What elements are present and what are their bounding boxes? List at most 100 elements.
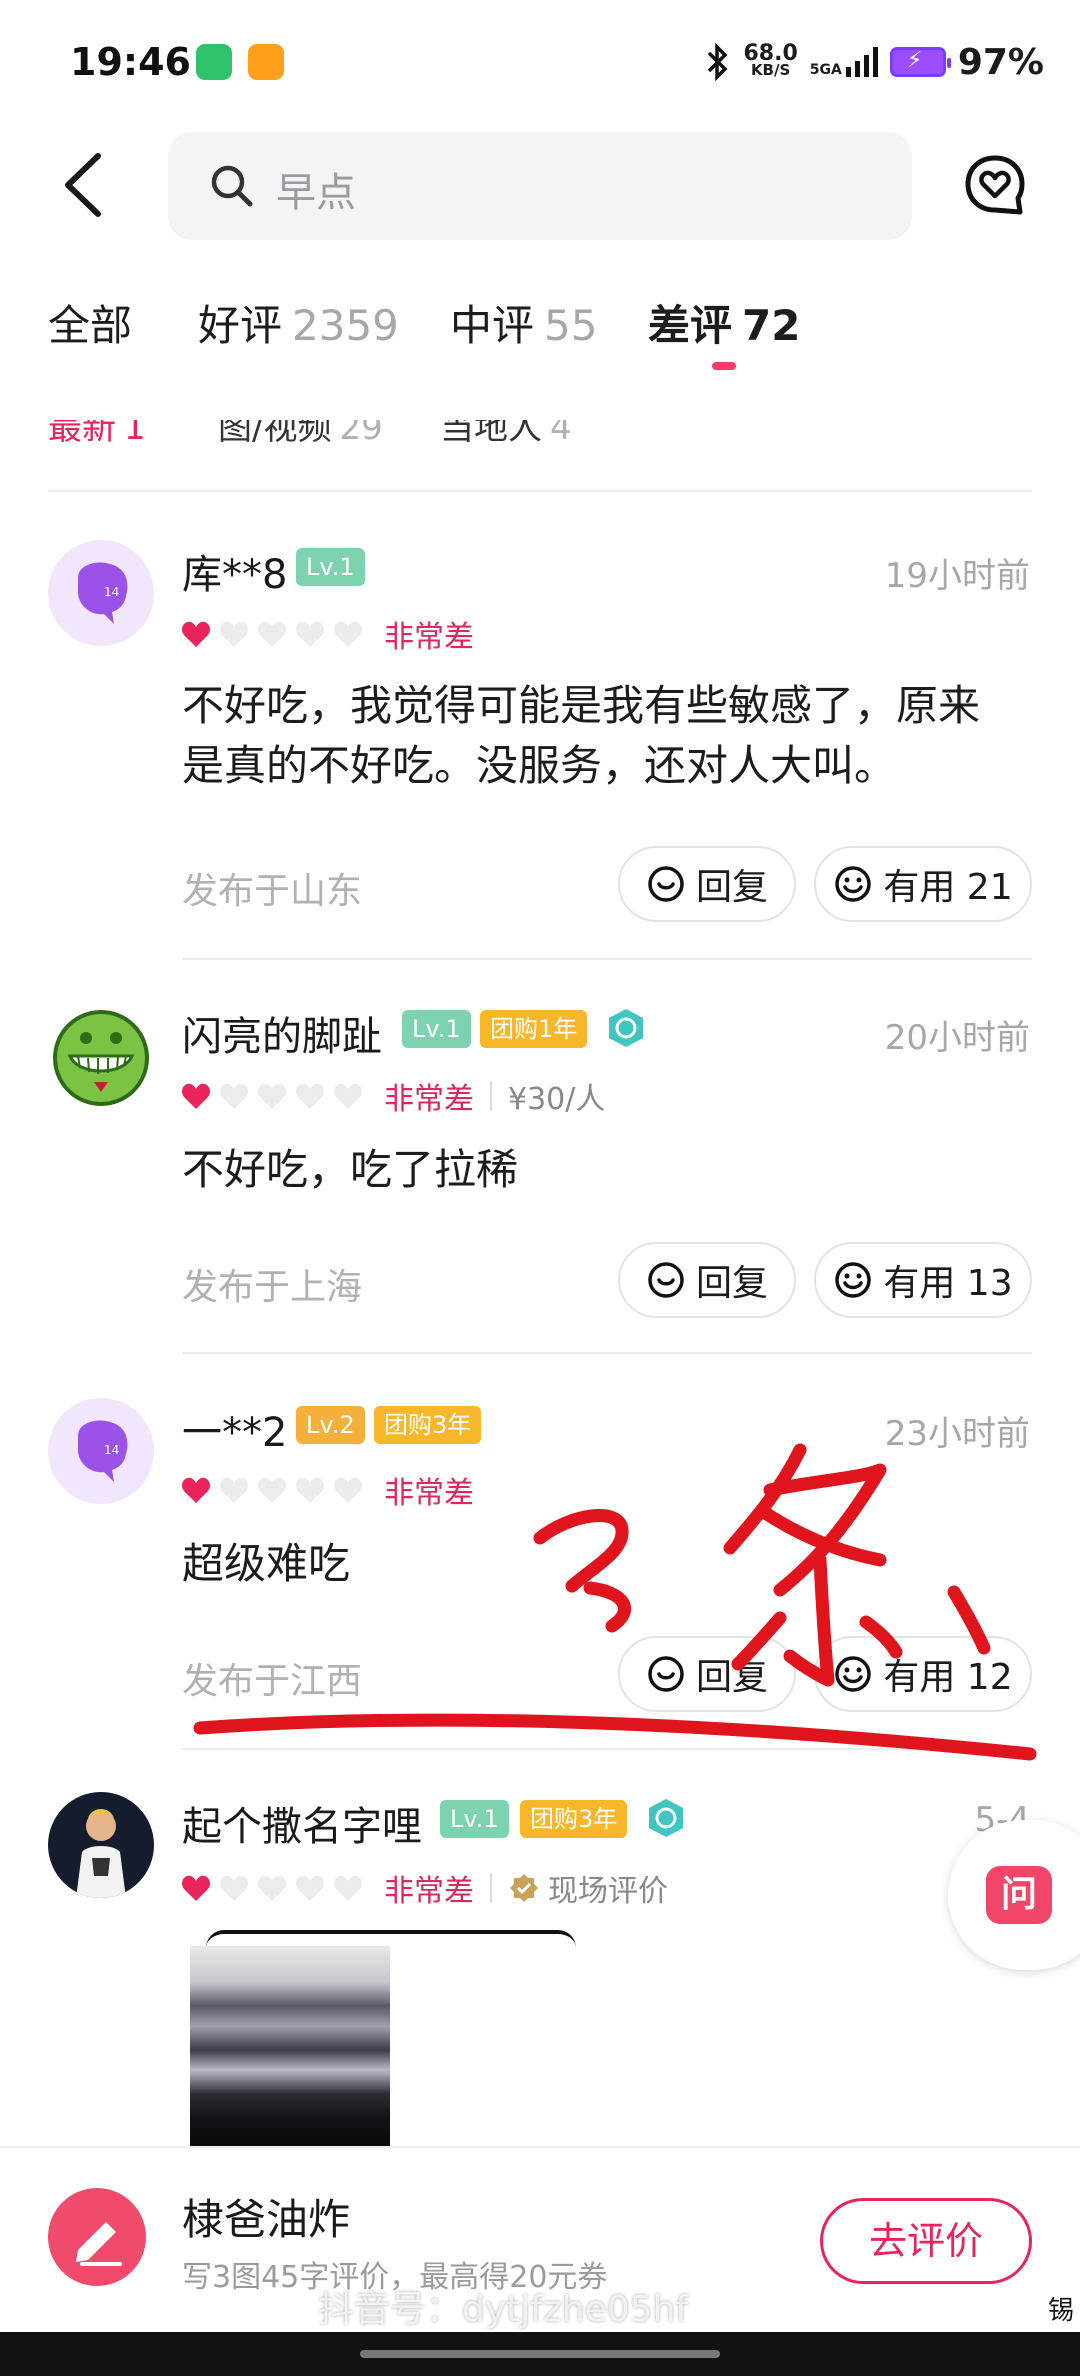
wechat-icon — [196, 44, 232, 80]
diamond-badge-icon — [609, 1009, 643, 1047]
net-speed: 68.0 — [743, 41, 798, 66]
rating-text: 非常差 — [384, 620, 474, 655]
review-location: 发布于江西 — [182, 1661, 363, 1702]
username[interactable]: 一**2 — [182, 1400, 287, 1458]
heart-empty-icon — [295, 1875, 325, 1901]
tab-negative[interactable]: 差评 72 — [648, 292, 800, 353]
network-type: 5GA — [809, 62, 842, 78]
heart-empty-icon — [295, 1477, 325, 1503]
write-review-icon[interactable] — [48, 2188, 146, 2286]
rating-text: 非常差 — [384, 1874, 474, 1909]
review-text: 超级难吃 — [182, 1539, 351, 1588]
review-time: 20小时前 — [884, 1018, 1030, 1058]
tab-positive[interactable]: 好评 2359 — [198, 292, 399, 353]
heart-filled-icon — [181, 1875, 211, 1901]
heart-empty-icon — [219, 621, 249, 647]
subtab-latest[interactable]: 最新 1 — [48, 420, 146, 449]
heart-empty-icon — [219, 1477, 249, 1503]
heart-filled-icon — [181, 621, 211, 647]
rating: 非常差 — [180, 1470, 474, 1511]
ask-button[interactable]: 问 — [948, 1820, 1080, 1970]
heart-empty-icon — [257, 1477, 287, 1503]
status-time: 19:46 — [70, 40, 191, 84]
review-time: 23小时前 — [884, 1414, 1030, 1454]
review-text: 不好吃，吃了拉稀 — [182, 1145, 519, 1194]
svg-text:14: 14 — [104, 1443, 119, 1457]
comment-icon — [648, 1656, 684, 1692]
video-app-icon — [248, 44, 284, 80]
tab-all[interactable]: 全部 — [48, 292, 132, 353]
divider — [48, 490, 1032, 492]
avatar[interactable] — [48, 1002, 154, 1108]
search-placeholder: 早点 — [276, 170, 356, 216]
heart-empty-icon — [333, 1477, 363, 1503]
username[interactable]: 库**8 — [182, 542, 287, 600]
price-per-person: ¥30/人 — [508, 1082, 606, 1117]
back-arrow-icon[interactable] — [60, 150, 104, 220]
review-photo[interactable] — [190, 1946, 390, 2146]
review-location: 发布于山东 — [182, 871, 363, 912]
message-heart-icon[interactable] — [962, 152, 1028, 218]
avatar[interactable]: 14 — [48, 1398, 154, 1504]
group-buy-badge: 团购3年 — [520, 1800, 628, 1838]
comment-icon — [648, 1262, 684, 1298]
heart-empty-icon — [333, 1875, 363, 1901]
rating-text: 非常差 — [384, 1082, 474, 1117]
tab-neutral[interactable]: 中评 55 — [450, 292, 597, 353]
comment-icon — [648, 866, 684, 902]
review-time: 19小时前 — [884, 556, 1030, 596]
smile-icon — [835, 866, 872, 902]
avatar[interactable] — [48, 1792, 154, 1898]
level-badge: Lv.1 — [402, 1010, 471, 1048]
username[interactable]: 起个撒名字哩 — [182, 1794, 422, 1852]
useful-button[interactable]: 有用 21 — [814, 846, 1032, 922]
net-unit: KB/S — [750, 61, 791, 79]
heart-empty-icon — [219, 1083, 249, 1109]
heart-empty-icon — [257, 1875, 287, 1901]
subtab-media[interactable]: 图/视频 29 — [218, 420, 383, 449]
heart-empty-icon — [295, 1083, 325, 1109]
edge-text: 锡 — [1047, 2296, 1074, 2326]
group-buy-badge: 团购1年 — [480, 1010, 588, 1048]
heart-empty-icon — [219, 1875, 249, 1901]
tab-active-indicator — [712, 362, 736, 370]
reply-button[interactable]: 回复 — [618, 1636, 796, 1712]
rating: 非常差 ¥30/人 — [180, 1076, 606, 1117]
review-location: 发布于上海 — [182, 1267, 363, 1308]
status-bar: 19:46 68.0 KB/S 5GA ⚡ 97% — [0, 0, 1080, 120]
useful-button[interactable]: 有用 12 — [814, 1636, 1032, 1712]
battery-icon: ⚡ — [889, 47, 951, 77]
search-icon — [211, 165, 253, 207]
smile-icon — [835, 1262, 872, 1298]
rating-text: 非常差 — [384, 1476, 474, 1511]
search-input[interactable]: 早点 — [168, 132, 912, 240]
rating: 非常差 现场评价 — [180, 1868, 668, 1909]
reply-button[interactable]: 回复 — [618, 1242, 796, 1318]
write-review-button[interactable]: 去评价 — [820, 2198, 1032, 2284]
heart-empty-icon — [333, 621, 363, 647]
heart-empty-icon — [257, 1083, 287, 1109]
level-badge: Lv.1 — [296, 548, 365, 586]
group-buy-badge: 团购3年 — [374, 1406, 482, 1444]
username[interactable]: 闪亮的脚趾 — [182, 1004, 382, 1062]
subtab-locals[interactable]: 当地人 4 — [440, 420, 572, 449]
on-site-review: 现场评价 — [548, 1874, 668, 1909]
ask-label: 问 — [986, 1866, 1052, 1924]
battery-percent: 97% — [957, 41, 1044, 83]
smile-icon — [835, 1656, 872, 1692]
reply-button[interactable]: 回复 — [618, 846, 796, 922]
avatar[interactable]: 14 — [48, 540, 154, 646]
verified-badge-icon — [510, 1874, 538, 1902]
bluetooth-icon — [708, 42, 728, 82]
divider — [182, 1748, 1032, 1750]
useful-button[interactable]: 有用 13 — [814, 1242, 1032, 1318]
rating: 非常差 — [180, 614, 474, 655]
home-indicator[interactable] — [0, 2332, 1080, 2376]
heart-empty-icon — [333, 1083, 363, 1109]
heart-filled-icon — [181, 1083, 211, 1109]
level-badge: Lv.2 — [296, 1406, 365, 1444]
diamond-badge-icon — [649, 1799, 683, 1837]
level-badge: Lv.1 — [440, 1800, 509, 1838]
divider — [182, 1352, 1032, 1354]
divider — [182, 958, 1032, 960]
